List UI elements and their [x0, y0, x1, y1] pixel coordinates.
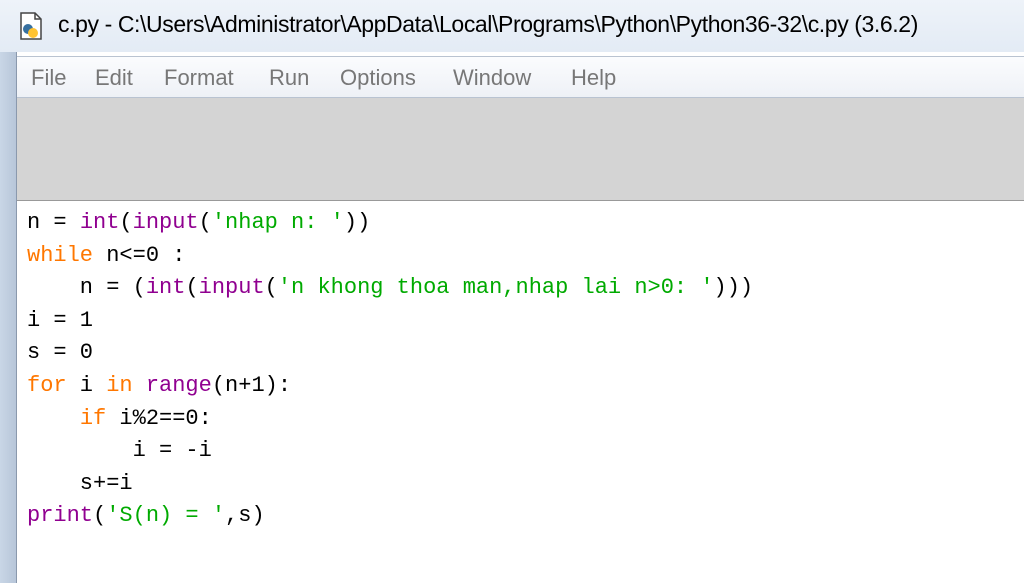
code-token: range [145, 372, 212, 398]
code-token: in [106, 372, 133, 398]
code-token: ( [119, 210, 133, 235]
code-token: i%2==0: [106, 405, 212, 431]
code-line[interactable]: n = int(input('nhap n: ')) [27, 207, 753, 240]
code-line[interactable]: n = (int(input('n khong thoa man,nhap la… [27, 272, 753, 305]
code-token: input [198, 275, 265, 301]
code-editor[interactable]: n = int(input('nhap n: ')) while n<=0 : n… [17, 203, 1024, 583]
code-token: s = 0 [27, 340, 94, 366]
code-token: ,s) [225, 503, 265, 529]
code-token: int [145, 275, 186, 301]
code-token: n = ( [27, 275, 146, 301]
code-token: print [27, 503, 94, 529]
code-token: n<=0 : [93, 242, 186, 268]
code-token: )) [343, 210, 371, 235]
code-text[interactable]: n = int(input('nhap n: ')) while n<=0 : n… [27, 207, 753, 533]
menu-bar: File Edit Format Run Options Window Help [17, 56, 1024, 98]
code-token: ( [198, 210, 212, 235]
menu-edit[interactable]: Edit [95, 65, 133, 91]
toolbar-area [17, 98, 1024, 201]
menu-options[interactable]: Options [340, 65, 416, 91]
python-idle-icon [20, 12, 42, 40]
code-token: (n+1): [211, 372, 292, 398]
title-bar: c.py - C:\Users\Administrator\AppData\Lo… [0, 0, 1024, 52]
code-token: 'n khong thoa man,nhap lai n>0: ' [277, 275, 714, 301]
code-token: input [132, 210, 199, 235]
code-token: for [27, 372, 67, 398]
menu-window[interactable]: Window [453, 65, 531, 91]
code-line[interactable]: s = 0 [27, 337, 753, 370]
code-line[interactable]: s+=i [27, 468, 753, 501]
code-token: 'nhap n: ' [211, 210, 344, 235]
code-line[interactable]: while n<=0 : [27, 240, 753, 273]
code-token: while [27, 242, 94, 268]
code-token: i = 1 [27, 307, 94, 333]
menu-file[interactable]: File [31, 65, 66, 91]
code-token: if [79, 405, 107, 431]
code-token: ))) [713, 275, 754, 301]
menu-help[interactable]: Help [571, 65, 616, 91]
code-line[interactable]: if i%2==0: [27, 403, 753, 436]
code-token: ( [93, 503, 107, 529]
code-token: 'S(n) = ' [106, 503, 226, 529]
code-line[interactable]: i = 1 [27, 305, 753, 338]
code-token: n = [27, 210, 80, 235]
code-token: ( [185, 275, 199, 301]
code-line[interactable]: print('S(n) = ',s) [27, 500, 753, 533]
code-token: i = -i [27, 438, 212, 464]
window-title: c.py - C:\Users\Administrator\AppData\Lo… [58, 11, 918, 37]
code-token: i [66, 372, 107, 398]
menu-format[interactable]: Format [164, 65, 234, 91]
code-line[interactable]: for i in range(n+1): [27, 370, 753, 403]
code-line[interactable]: i = -i [27, 435, 753, 468]
code-token: int [79, 210, 120, 235]
code-token: s+=i [27, 470, 133, 496]
window-frame-left [0, 52, 17, 583]
code-token: ( [264, 275, 278, 301]
menu-run[interactable]: Run [269, 65, 309, 91]
